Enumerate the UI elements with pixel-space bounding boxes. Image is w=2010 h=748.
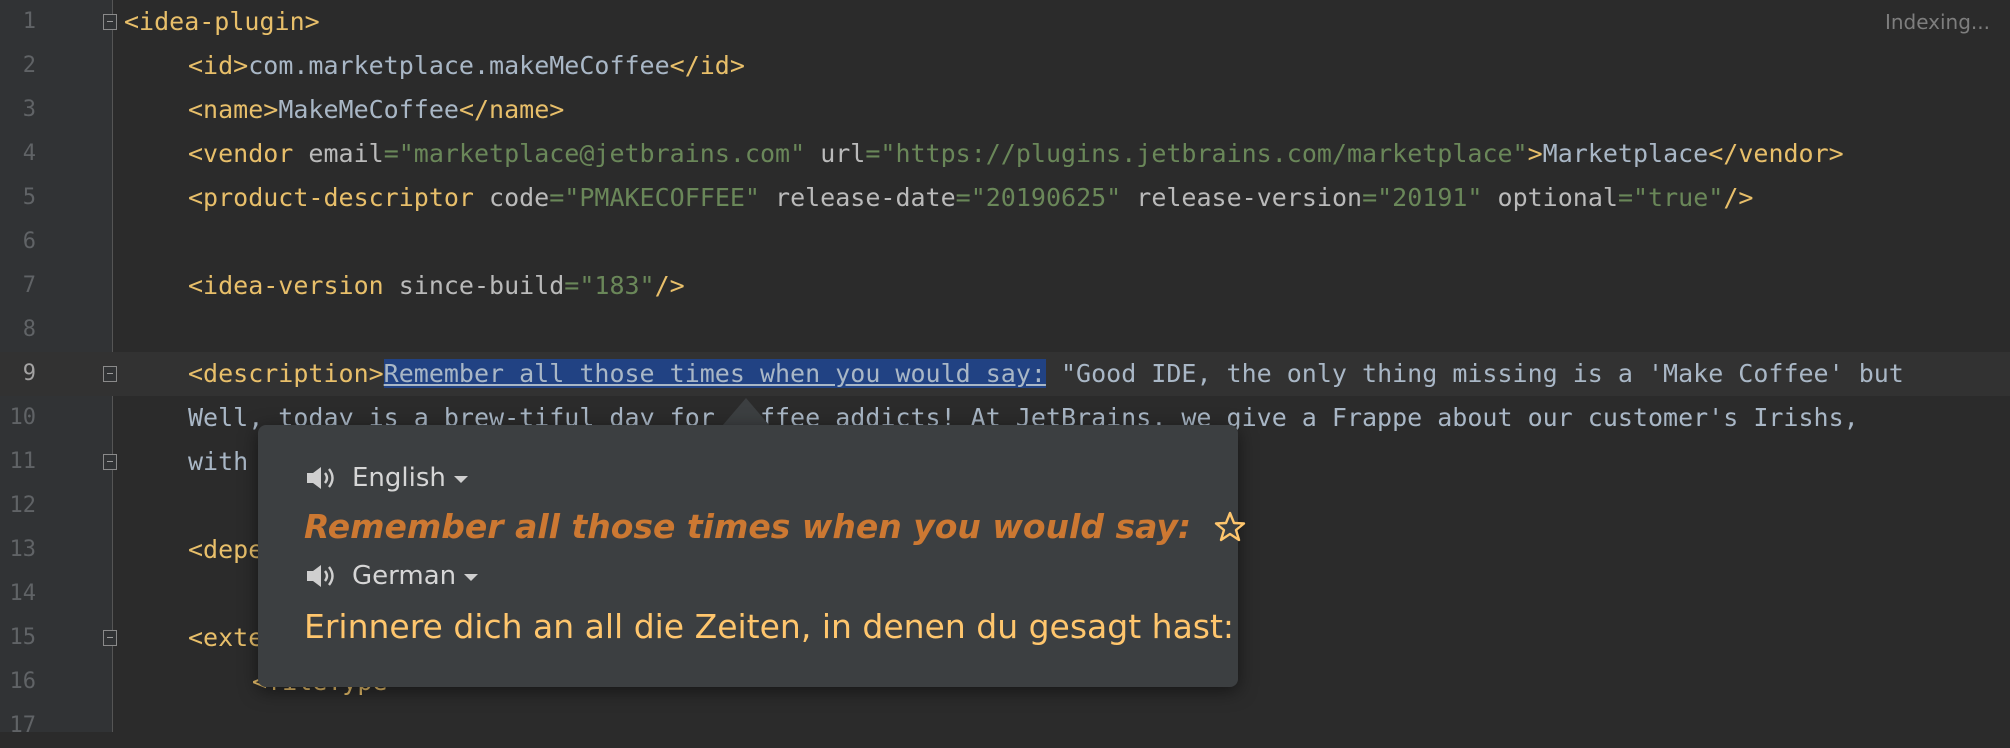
code-token: release-version [1136, 183, 1363, 212]
fold-toggle-icon[interactable] [103, 630, 117, 646]
line-number: 4 [22, 141, 36, 166]
star-icon[interactable] [1213, 510, 1247, 544]
line-number: 3 [22, 97, 36, 122]
line-number: 11 [9, 449, 37, 474]
code-token: /> [654, 271, 685, 300]
code-text: <vendor email="marketplace@jetbrains.com… [188, 132, 1844, 176]
code-token: <idea-version [188, 271, 399, 300]
line-number: 15 [9, 625, 37, 650]
line-number: 5 [22, 185, 36, 210]
line-number: 2 [22, 53, 36, 78]
code-text: <description>Remember all those times wh… [188, 352, 1904, 396]
code-text: <product-descriptor code="PMAKECOFFEE" r… [188, 176, 1753, 220]
speaker-icon[interactable] [304, 464, 336, 492]
code-line[interactable]: <idea-version since-build="183"/> [0, 264, 2010, 308]
line-number: 7 [22, 273, 36, 298]
line-number: 17 [9, 713, 37, 738]
line-number: 9 [22, 361, 36, 386]
target-language-label: German [352, 561, 457, 591]
source-text-row: Remember all those times when you would … [304, 507, 1247, 546]
code-token: url [820, 139, 866, 168]
source-text: Remember all those times when you would … [304, 507, 1192, 546]
translated-text: Erinnere dich an all die Zeiten, in dene… [304, 607, 1235, 646]
indexing-status: Indexing... [1884, 10, 1990, 34]
code-token: <idea-plugin> [124, 7, 320, 36]
line-number: 16 [9, 669, 37, 694]
translation-popup: English Remember all those times when yo… [258, 425, 1246, 687]
fold-toggle-icon[interactable] [103, 366, 117, 382]
code-token: ="20191" [1362, 183, 1498, 212]
line-number: 6 [22, 229, 36, 254]
code-token: /> [1723, 183, 1754, 212]
popup-pointer [722, 398, 770, 426]
code-token: since-build [398, 271, 565, 300]
code-token: release-date [775, 183, 956, 212]
code-text: <idea-version since-build="183"/> [188, 264, 685, 308]
code-token: ="true" [1617, 183, 1724, 212]
code-text: <idea-plugin> [124, 0, 320, 44]
code-token: optional [1497, 183, 1618, 212]
code-line[interactable] [0, 220, 2010, 264]
line-number: 14 [9, 581, 37, 606]
code-token: <description> [188, 359, 384, 388]
fold-toggle-icon[interactable] [103, 454, 117, 470]
speaker-icon[interactable] [304, 562, 336, 590]
code-token: <product-descriptor [188, 183, 490, 212]
code-line[interactable]: <product-descriptor code="PMAKECOFFEE" r… [0, 176, 2010, 220]
source-language-label: English [352, 463, 446, 493]
source-language-dropdown[interactable]: English [352, 463, 468, 493]
line-number: 1 [22, 9, 36, 34]
code-token: <name> [188, 95, 279, 124]
code-line[interactable] [0, 308, 2010, 352]
code-text: <id>com.marketplace.makeMeCoffee</id> [188, 44, 745, 88]
chevron-down-icon [464, 573, 479, 581]
code-token: code [489, 183, 550, 212]
code-token: > [1527, 139, 1543, 168]
code-token: ="https://plugins.jetbrains.com/marketpl… [865, 139, 1528, 168]
fold-toggle-icon[interactable] [103, 14, 117, 30]
line-number: 13 [9, 537, 37, 562]
code-token: ="marketplace@jetbrains.com" [383, 139, 821, 168]
code-token: "Good IDE, the only thing missing is a '… [1045, 359, 1904, 388]
code-token: <vendor [188, 139, 309, 168]
target-language-dropdown[interactable]: German [352, 561, 479, 591]
code-line[interactable]: <vendor email="marketplace@jetbrains.com… [0, 132, 2010, 176]
line-number: 10 [9, 405, 37, 430]
code-token: email [308, 139, 384, 168]
code-line[interactable]: <id>com.marketplace.makeMeCoffee</id> [0, 44, 2010, 88]
code-line[interactable]: <name>MakeMeCoffee</name> [0, 88, 2010, 132]
target-language-row: German [304, 561, 479, 591]
code-token: <id> [188, 51, 249, 80]
code-line[interactable]: <description>Remember all those times wh… [0, 352, 2010, 396]
code-line[interactable]: <idea-plugin> [0, 0, 2010, 44]
source-language-row: English [304, 463, 468, 493]
code-token: ="183" [564, 271, 655, 300]
code-token: Marketplace [1542, 139, 1709, 168]
code-token: com.marketplace.makeMeCoffee [248, 51, 670, 80]
code-token: MakeMeCoffee [278, 95, 459, 124]
code-token: ="20190625" [955, 183, 1137, 212]
line-number: 12 [9, 493, 37, 518]
code-line[interactable] [0, 704, 2010, 748]
line-number: 8 [22, 317, 36, 342]
code-text: <name>MakeMeCoffee</name> [188, 88, 564, 132]
code-token: </id> [669, 51, 745, 80]
code-token: </name> [458, 95, 565, 124]
code-token: </vendor> [1708, 139, 1844, 168]
selected-text: Remember all those times when you would … [383, 359, 1046, 388]
code-token: ="PMAKECOFFEE" [549, 183, 776, 212]
chevron-down-icon [453, 475, 468, 483]
